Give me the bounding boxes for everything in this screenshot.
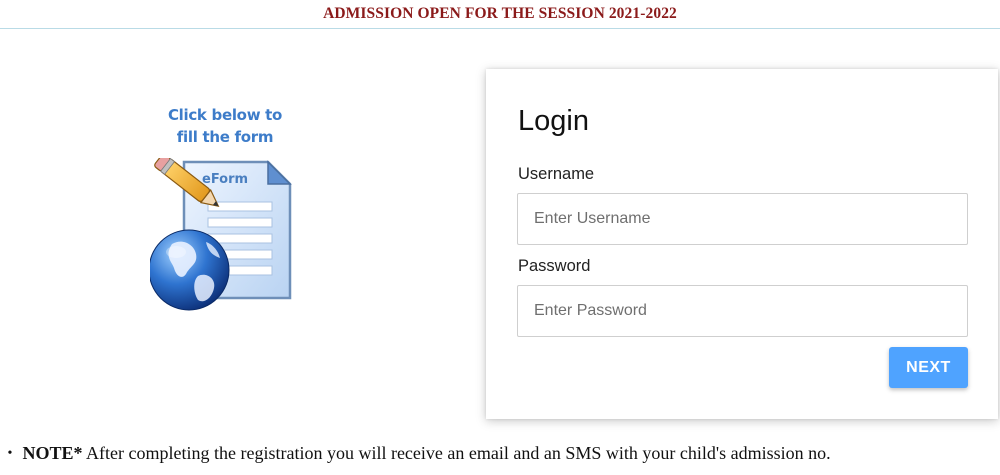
- note-bullet: •: [7, 446, 13, 461]
- admission-banner: ADMISSION OPEN FOR THE SESSION 2021-2022: [0, 0, 1000, 29]
- note-label: NOTE*: [22, 443, 83, 463]
- eform-caption-line2: fill the form: [176, 128, 274, 146]
- username-input[interactable]: [517, 193, 968, 245]
- login-card: Login Username Password NEXT: [486, 69, 998, 419]
- eform-doc-label: eForm: [202, 172, 248, 187]
- note-text: After completing the registration you wi…: [82, 443, 831, 463]
- eform-caption: Click below to fill the form: [150, 104, 300, 148]
- eform-caption-line1: Click below to: [167, 106, 283, 124]
- login-title: Login: [518, 105, 589, 137]
- password-input[interactable]: [517, 285, 968, 337]
- username-label: Username: [518, 165, 595, 183]
- next-button[interactable]: NEXT: [889, 347, 968, 388]
- eform-link[interactable]: Click below to fill the form eForm: [150, 104, 300, 314]
- eform-document-globe-pencil-icon[interactable]: eForm: [150, 158, 300, 314]
- registration-note: • NOTE* After completing the registratio…: [2, 443, 992, 464]
- admission-banner-title: ADMISSION OPEN FOR THE SESSION 2021-2022: [323, 5, 677, 22]
- password-label: Password: [518, 257, 591, 275]
